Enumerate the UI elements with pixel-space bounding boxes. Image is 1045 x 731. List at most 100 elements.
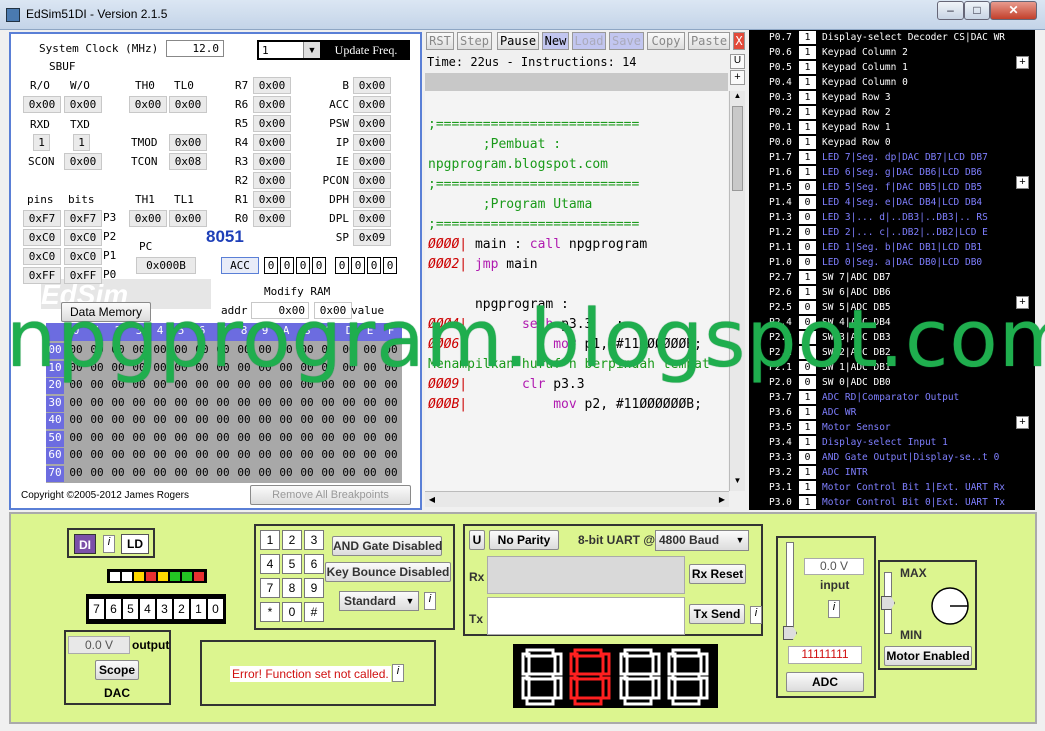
memory-cell[interactable]: 00	[150, 466, 170, 479]
memory-cell[interactable]: 00	[150, 448, 170, 461]
switch-toggle[interactable]: 3	[157, 599, 172, 619]
r-register-value[interactable]: 0x00	[253, 96, 291, 113]
memory-cell[interactable]: 00	[318, 466, 338, 479]
memory-cell[interactable]: 00	[276, 448, 296, 461]
standard-select[interactable]: Standard ▼	[339, 591, 419, 611]
memory-cell[interactable]: 00	[192, 448, 212, 461]
r-register-value[interactable]: 0x00	[253, 153, 291, 170]
memory-cell[interactable]: 00	[255, 466, 275, 479]
port-bits-value[interactable]: 0xC0	[64, 229, 102, 246]
memory-cell[interactable]: 00	[150, 413, 170, 426]
step-button[interactable]: Step	[457, 32, 492, 50]
di-info-icon[interactable]: i	[103, 535, 115, 553]
memory-cell[interactable]: 00	[339, 431, 359, 444]
memory-cell[interactable]: 00	[318, 396, 338, 409]
switch-toggle[interactable]: 1	[191, 599, 206, 619]
keypad-key[interactable]: 2	[282, 530, 302, 550]
memory-cell[interactable]: 00	[108, 396, 128, 409]
port-bit-toggle[interactable]: 0	[799, 256, 816, 269]
memory-cell[interactable]: 00	[213, 466, 233, 479]
copy-button[interactable]: Copy	[647, 32, 685, 50]
memory-cell[interactable]: 00	[192, 431, 212, 444]
memory-cell[interactable]: 00	[129, 413, 149, 426]
memory-cell[interactable]: 00	[381, 431, 401, 444]
memory-cell[interactable]: 00	[360, 466, 380, 479]
tl1-value[interactable]: 0x00	[169, 210, 207, 227]
memory-cell[interactable]: 00	[255, 413, 275, 426]
sbuf-ro-value[interactable]: 0x00	[23, 96, 61, 113]
sbuf-wo-value[interactable]: 0x00	[64, 96, 102, 113]
memory-cell[interactable]: 00	[381, 466, 401, 479]
memory-cell[interactable]: 00	[234, 448, 254, 461]
memory-cell[interactable]: 00	[339, 466, 359, 479]
port-bit-toggle[interactable]: 0	[799, 241, 816, 254]
memory-cell[interactable]: 00	[234, 396, 254, 409]
tmod-value[interactable]: 0x00	[169, 134, 207, 151]
memory-cell[interactable]: 00	[66, 413, 86, 426]
keypad-key[interactable]: 4	[260, 554, 280, 574]
port-bit-toggle[interactable]: 1	[799, 121, 816, 134]
memory-cell[interactable]: 00	[276, 413, 296, 426]
adc-info-icon[interactable]: i	[828, 600, 840, 618]
system-clock-input[interactable]: 12.0	[166, 40, 224, 57]
memory-cell[interactable]: 00	[381, 448, 401, 461]
port-pins-value[interactable]: 0xFF	[23, 267, 61, 284]
memory-cell[interactable]: 00	[297, 396, 317, 409]
memory-cell[interactable]: 00	[276, 431, 296, 444]
memory-cell[interactable]: 00	[150, 396, 170, 409]
motor-speed-thumb[interactable]	[881, 596, 895, 610]
di-button[interactable]: DI	[74, 534, 96, 554]
r-register-value[interactable]: 0x00	[253, 191, 291, 208]
r-register-value[interactable]: 0x00	[253, 115, 291, 132]
sfr-value[interactable]: 0x00	[353, 172, 391, 189]
port-bit-toggle[interactable]: 0	[799, 226, 816, 239]
port-bit-toggle[interactable]: 1	[799, 76, 816, 89]
key-bounce-button[interactable]: Key Bounce Disabled	[325, 562, 451, 582]
memory-cell[interactable]: 00	[129, 448, 149, 461]
r-register-value[interactable]: 0x00	[253, 77, 291, 94]
adc-slider-track[interactable]	[786, 542, 794, 632]
rxd-value[interactable]: 1	[33, 134, 50, 151]
acc-bit[interactable]: 0	[351, 257, 365, 274]
memory-cell[interactable]: 00	[297, 448, 317, 461]
memory-cell[interactable]: 00	[213, 413, 233, 426]
memory-cell[interactable]: 00	[108, 413, 128, 426]
adc-button[interactable]: ADC	[786, 672, 864, 692]
memory-cell[interactable]: 00	[192, 413, 212, 426]
port-bit-toggle[interactable]: 1	[799, 91, 816, 104]
expand-p1-icon[interactable]: +	[1016, 176, 1029, 189]
memory-cell[interactable]: 00	[87, 413, 107, 426]
sfr-value[interactable]: 0x00	[353, 77, 391, 94]
code-line[interactable]: ØØØ2| jmp main	[428, 255, 538, 275]
memory-cell[interactable]: 00	[297, 466, 317, 479]
tl0-value[interactable]: 0x00	[169, 96, 207, 113]
keypad-key[interactable]: 0	[282, 602, 302, 622]
memory-cell[interactable]: 00	[87, 466, 107, 479]
code-line[interactable]: ;==========================	[428, 115, 639, 135]
txd-value[interactable]: 1	[73, 134, 90, 151]
remove-breakpoints-button[interactable]: Remove All Breakpoints	[250, 485, 411, 505]
sfr-value[interactable]: 0x00	[353, 210, 391, 227]
port-pins-value[interactable]: 0xF7	[23, 210, 61, 227]
ld-button[interactable]: LD	[121, 534, 149, 554]
memory-cell[interactable]: 00	[234, 413, 254, 426]
th1-value[interactable]: 0x00	[129, 210, 167, 227]
port-bit-toggle[interactable]: 1	[799, 31, 816, 44]
port-bit-toggle[interactable]: 1	[799, 106, 816, 119]
memory-cell[interactable]: 00	[171, 396, 191, 409]
port-bit-toggle[interactable]: 0	[799, 181, 816, 194]
memory-cell[interactable]: 00	[234, 466, 254, 479]
code-line[interactable]: ØØØB| mov p2, #11ØØØØØØB;	[428, 395, 702, 415]
port-bit-toggle[interactable]: 1	[799, 391, 816, 404]
scroll-right-icon[interactable]: ▶	[715, 492, 729, 507]
memory-cell[interactable]: 00	[255, 396, 275, 409]
port-bit-toggle[interactable]: 0	[799, 196, 816, 209]
memory-cell[interactable]: 00	[171, 413, 191, 426]
maximize-button[interactable]: □	[964, 1, 990, 20]
code-line[interactable]: ;==========================	[428, 175, 639, 195]
port-bit-toggle[interactable]: 1	[799, 496, 816, 509]
scroll-thumb[interactable]	[732, 106, 743, 191]
switch-toggle[interactable]: 4	[140, 599, 155, 619]
code-hscrollbar[interactable]: ◀ ▶	[425, 491, 729, 507]
scroll-down-icon[interactable]: ▼	[730, 476, 745, 491]
